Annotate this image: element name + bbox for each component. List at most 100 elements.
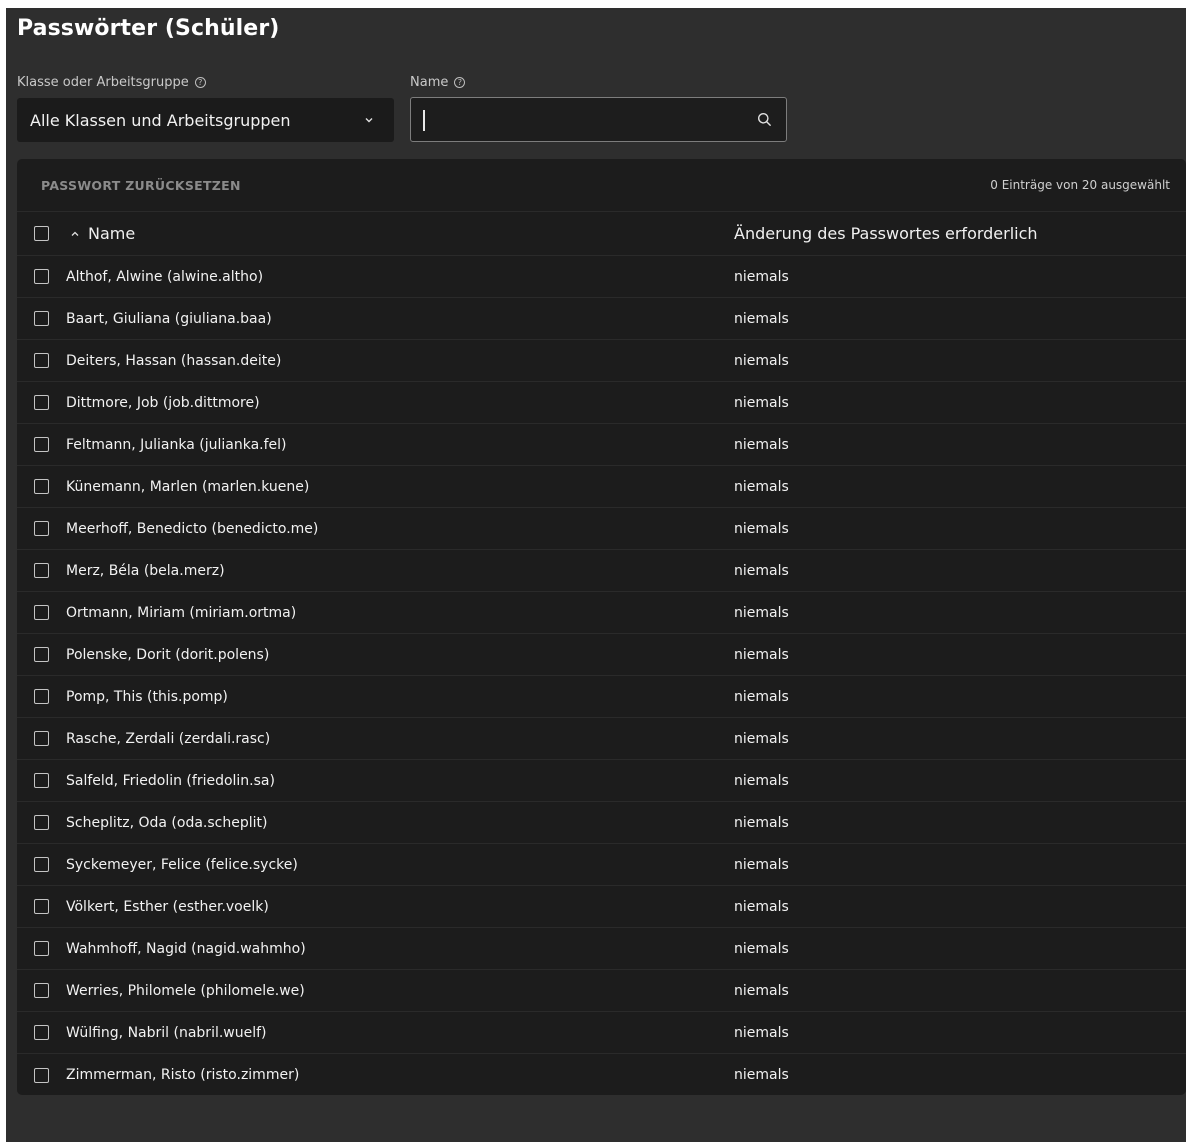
table-row[interactable]: Ortmann, Miriam (miriam.ortma) niemals [17, 592, 1186, 634]
row-checkbox[interactable] [34, 605, 49, 620]
table-row[interactable]: Völkert, Esther (esther.voelk) niemals [17, 886, 1186, 928]
student-name: Pomp, This (this.pomp) [66, 688, 228, 705]
student-name: Syckemeyer, Felice (felice.sycke) [66, 856, 298, 873]
row-checkbox[interactable] [34, 941, 49, 956]
password-change-required: niemals [734, 772, 789, 789]
table-toolbar: PASSWORT ZURÜCKSETZEN 0 Einträge von 20 … [17, 159, 1186, 212]
student-name: Zimmerman, Risto (risto.zimmer) [66, 1067, 300, 1083]
sort-ascending-icon [71, 231, 79, 236]
table-row[interactable]: Wahmhoff, Nagid (nagid.wahmho) niemals [17, 928, 1186, 970]
row-checkbox[interactable] [34, 437, 49, 452]
password-change-required: niemals [734, 1067, 789, 1083]
password-change-column-header[interactable]: Änderung des Passwortes erforderlich [734, 224, 1186, 243]
name-filter-label-text: Name [410, 75, 449, 90]
student-name: Rasche, Zerdali (zerdali.rasc) [66, 730, 271, 747]
student-name: Künemann, Marlen (marlen.kuene) [66, 478, 310, 495]
password-change-required: niemals [734, 352, 789, 369]
student-name: Baart, Giuliana (giuliana.baa) [66, 310, 272, 327]
class-select-value: Alle Klassen und Arbeitsgruppen [30, 110, 291, 130]
table-row[interactable]: Wülfing, Nabril (nabril.wuelf) niemals [17, 1012, 1186, 1054]
page-title: Passwörter (Schüler) [17, 16, 280, 41]
password-change-required: niemals [734, 814, 789, 831]
password-change-required: niemals [734, 730, 789, 747]
class-filter-label-text: Klasse oder Arbeitsgruppe [17, 75, 189, 90]
row-checkbox[interactable] [34, 269, 49, 284]
password-change-required: niemals [734, 394, 789, 411]
student-name: Ortmann, Miriam (miriam.ortma) [66, 604, 297, 621]
password-change-required: niemals [734, 646, 789, 663]
password-change-required: niemals [734, 268, 789, 285]
row-checkbox[interactable] [34, 563, 49, 578]
password-change-required: niemals [734, 856, 789, 873]
table-row[interactable]: Zimmerman, Risto (risto.zimmer) niemals [17, 1054, 1186, 1096]
password-change-required: niemals [734, 982, 789, 999]
class-select[interactable]: Alle Klassen und Arbeitsgruppen [17, 98, 394, 142]
row-checkbox[interactable] [34, 983, 49, 998]
selection-count: 0 Einträge von 20 ausgewählt [990, 178, 1170, 192]
student-name: Salfeld, Friedolin (friedolin.sa) [66, 772, 275, 789]
name-column-label: Name [88, 224, 136, 243]
select-all-checkbox[interactable] [34, 226, 49, 241]
table-body: Althof, Alwine (alwine.altho) niemals Baar… [17, 256, 1186, 1096]
chevron-down-icon [365, 118, 373, 123]
table-row[interactable]: Polenske, Dorit (dorit.polens) niemals [17, 634, 1186, 676]
table-row[interactable]: Pomp, This (this.pomp) niemals [17, 676, 1186, 718]
student-name: Meerhoff, Benedicto (benedicto.me) [66, 520, 319, 537]
search-icon[interactable] [757, 112, 772, 127]
password-change-required: niemals [734, 310, 789, 327]
student-name: Wülfing, Nabril (nabril.wuelf) [66, 1024, 267, 1041]
student-name: Deiters, Hassan (hassan.deite) [66, 352, 282, 369]
row-checkbox[interactable] [34, 899, 49, 914]
name-search-box[interactable] [410, 97, 787, 142]
table-row[interactable]: Merz, Béla (bela.merz) niemals [17, 550, 1186, 592]
name-search-input[interactable] [423, 108, 743, 132]
row-checkbox[interactable] [34, 731, 49, 746]
table-row[interactable]: Scheplitz, Oda (oda.scheplit) niemals [17, 802, 1186, 844]
password-change-required: niemals [734, 604, 789, 621]
student-name: Scheplitz, Oda (oda.scheplit) [66, 814, 268, 831]
password-change-required: niemals [734, 688, 789, 705]
row-checkbox[interactable] [34, 521, 49, 536]
row-checkbox[interactable] [34, 1025, 49, 1040]
row-checkbox[interactable] [34, 689, 49, 704]
reset-password-button[interactable]: PASSWORT ZURÜCKSETZEN [41, 178, 241, 193]
row-checkbox[interactable] [34, 857, 49, 872]
name-column-header[interactable]: Name [49, 224, 734, 243]
table-row[interactable]: Künemann, Marlen (marlen.kuene) niemals [17, 466, 1186, 508]
row-checkbox[interactable] [34, 311, 49, 326]
row-checkbox[interactable] [34, 395, 49, 410]
password-change-required: niemals [734, 940, 789, 957]
table-header: Name Änderung des Passwortes erforderlic… [17, 212, 1186, 256]
table-row[interactable]: Althof, Alwine (alwine.altho) niemals [17, 256, 1186, 298]
table-row[interactable]: Meerhoff, Benedicto (benedicto.me) niemal… [17, 508, 1186, 550]
student-name: Polenske, Dorit (dorit.polens) [66, 646, 270, 663]
student-name: Dittmore, Job (job.dittmore) [66, 394, 260, 411]
table-row[interactable]: Dittmore, Job (job.dittmore) niemals [17, 382, 1186, 424]
students-table-panel: PASSWORT ZURÜCKSETZEN 0 Einträge von 20 … [17, 159, 1186, 1095]
password-change-required: niemals [734, 520, 789, 537]
row-checkbox[interactable] [34, 353, 49, 368]
row-checkbox[interactable] [34, 1067, 49, 1083]
row-checkbox[interactable] [34, 479, 49, 494]
student-name: Feltmann, Julianka (julianka.fel) [66, 436, 287, 453]
app-window: Passwörter (Schüler) Klasse oder Arbeits… [6, 8, 1186, 1142]
student-name: Völkert, Esther (esther.voelk) [66, 898, 269, 915]
table-row[interactable]: Rasche, Zerdali (zerdali.rasc) niemals [17, 718, 1186, 760]
help-circle-icon[interactable]: ? [454, 77, 466, 88]
table-row[interactable]: Feltmann, Julianka (julianka.fel) niemals [17, 424, 1186, 466]
row-checkbox[interactable] [34, 773, 49, 788]
password-change-required: niemals [734, 898, 789, 915]
password-change-required: niemals [734, 562, 789, 579]
student-name: Wahmhoff, Nagid (nagid.wahmho) [66, 940, 306, 957]
row-checkbox[interactable] [34, 647, 49, 662]
help-circle-icon[interactable]: ? [194, 77, 206, 88]
table-row[interactable]: Deiters, Hassan (hassan.deite) niemals [17, 340, 1186, 382]
name-filter-label: Name ? [410, 75, 466, 90]
table-row[interactable]: Syckemeyer, Felice (felice.sycke) niemals [17, 844, 1186, 886]
table-row[interactable]: Salfeld, Friedolin (friedolin.sa) niemals [17, 760, 1186, 802]
table-row[interactable]: Werries, Philomele (philomele.we) niemals [17, 970, 1186, 1012]
row-checkbox[interactable] [34, 815, 49, 830]
student-name: Merz, Béla (bela.merz) [66, 562, 225, 579]
table-row[interactable]: Baart, Giuliana (giuliana.baa) niemals [17, 298, 1186, 340]
password-change-required: niemals [734, 478, 789, 495]
